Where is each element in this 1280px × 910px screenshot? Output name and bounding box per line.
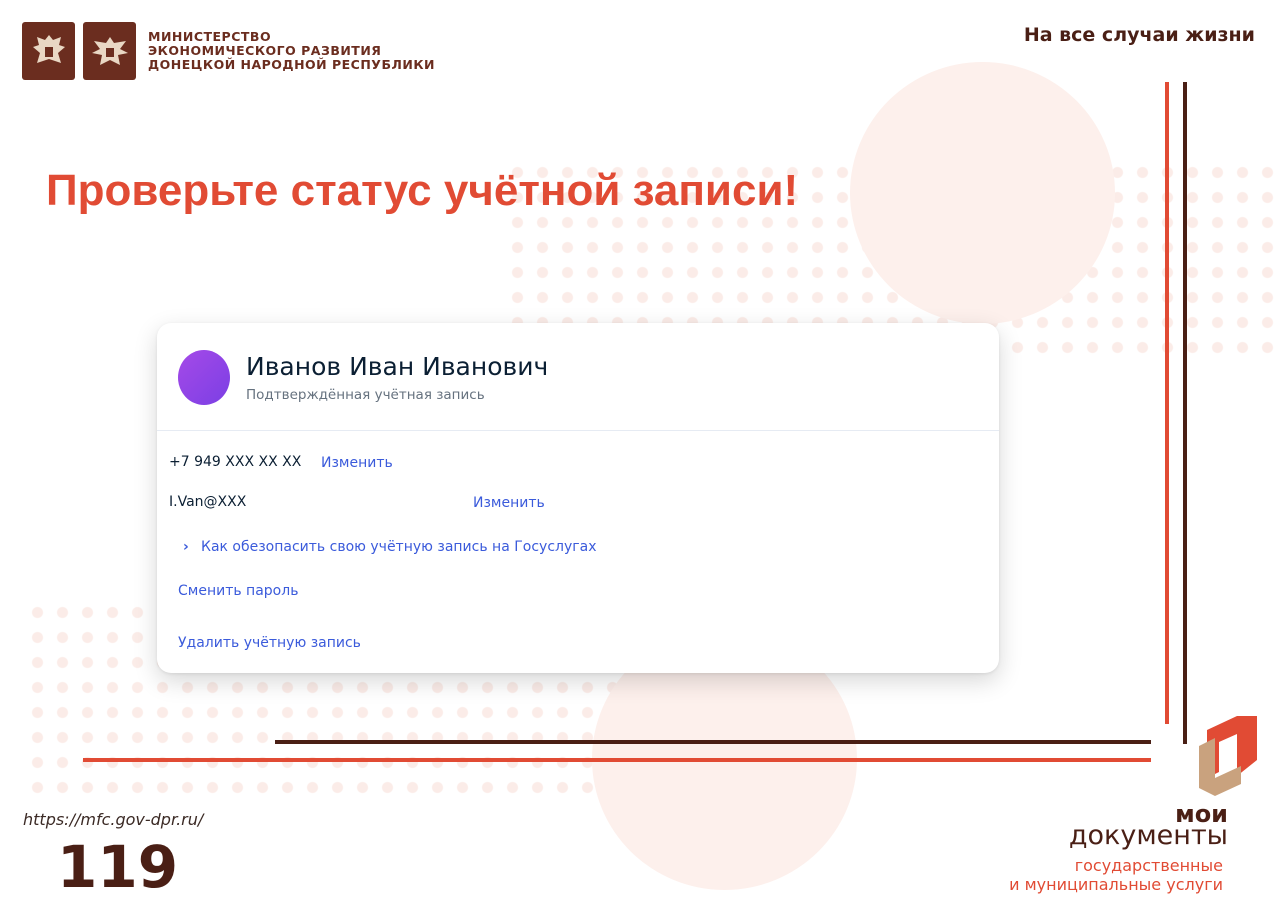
- email-address: I.Van@XXX: [169, 494, 247, 510]
- security-info-link[interactable]: › Как обезопасить свою учётную запись на …: [183, 539, 596, 555]
- ministry-line-1: МИНИСТЕРСТВО: [148, 29, 272, 44]
- page-title: Проверьте статус учётной записи!: [46, 166, 799, 215]
- ministry-header: МИНИСТЕРСТВО ЭКОНОМИЧЕСКОГО РАЗВИТИЯ ДОН…: [22, 22, 435, 80]
- change-password-link[interactable]: Сменить пароль: [178, 583, 298, 599]
- account-status: Подтверждённая учётная запись: [246, 387, 485, 403]
- edit-phone-link[interactable]: Изменить: [321, 455, 393, 471]
- brand-name-line-2: документы: [1068, 820, 1228, 851]
- edit-email-link[interactable]: Изменить: [473, 495, 545, 511]
- phone-number: +7 949 XXX XX XX: [169, 454, 302, 470]
- moi-dokumenty-logo-icon: [1199, 716, 1257, 796]
- dpr-emblem-icon: [83, 22, 136, 80]
- security-info-label: Как обезопасить свою учётную запись на Г…: [201, 539, 597, 555]
- decorative-line-horizontal-red: [83, 758, 1151, 762]
- russia-emblem-icon: [22, 22, 75, 80]
- ministry-name: МИНИСТЕРСТВО ЭКОНОМИЧЕСКОГО РАЗВИТИЯ ДОН…: [148, 30, 435, 72]
- decorative-line-vertical-red: [1165, 82, 1169, 724]
- slogan: На все случаи жизни: [1023, 24, 1255, 46]
- profile-name: Иванов Иван Иванович: [246, 352, 549, 381]
- chevron-right-icon: ›: [183, 539, 189, 555]
- decorative-line-vertical-brown: [1183, 82, 1187, 744]
- avatar[interactable]: [178, 350, 230, 405]
- brand-tagline-line-2: и муниципальные услуги: [1009, 875, 1223, 894]
- page-number: 119: [57, 833, 179, 901]
- brand-tagline: государственные и муниципальные услуги: [1009, 856, 1223, 894]
- website-url: https://mfc.gov-dpr.ru/: [23, 810, 204, 829]
- brand-tagline-line-1: государственные: [1074, 856, 1223, 875]
- delete-account-link[interactable]: Удалить учётную запись: [178, 635, 361, 651]
- profile-card: Иванов Иван Иванович Подтверждённая учёт…: [157, 323, 999, 673]
- ministry-line-2: ЭКОНОМИЧЕСКОГО РАЗВИТИЯ: [148, 43, 382, 58]
- decorative-circle-top: [850, 62, 1115, 324]
- profile-header: Иванов Иван Иванович Подтверждённая учёт…: [157, 323, 999, 431]
- decorative-line-horizontal-brown: [275, 740, 1151, 744]
- ministry-line-3: ДОНЕЦКОЙ НАРОДНОЙ РЕСПУБЛИКИ: [148, 57, 435, 72]
